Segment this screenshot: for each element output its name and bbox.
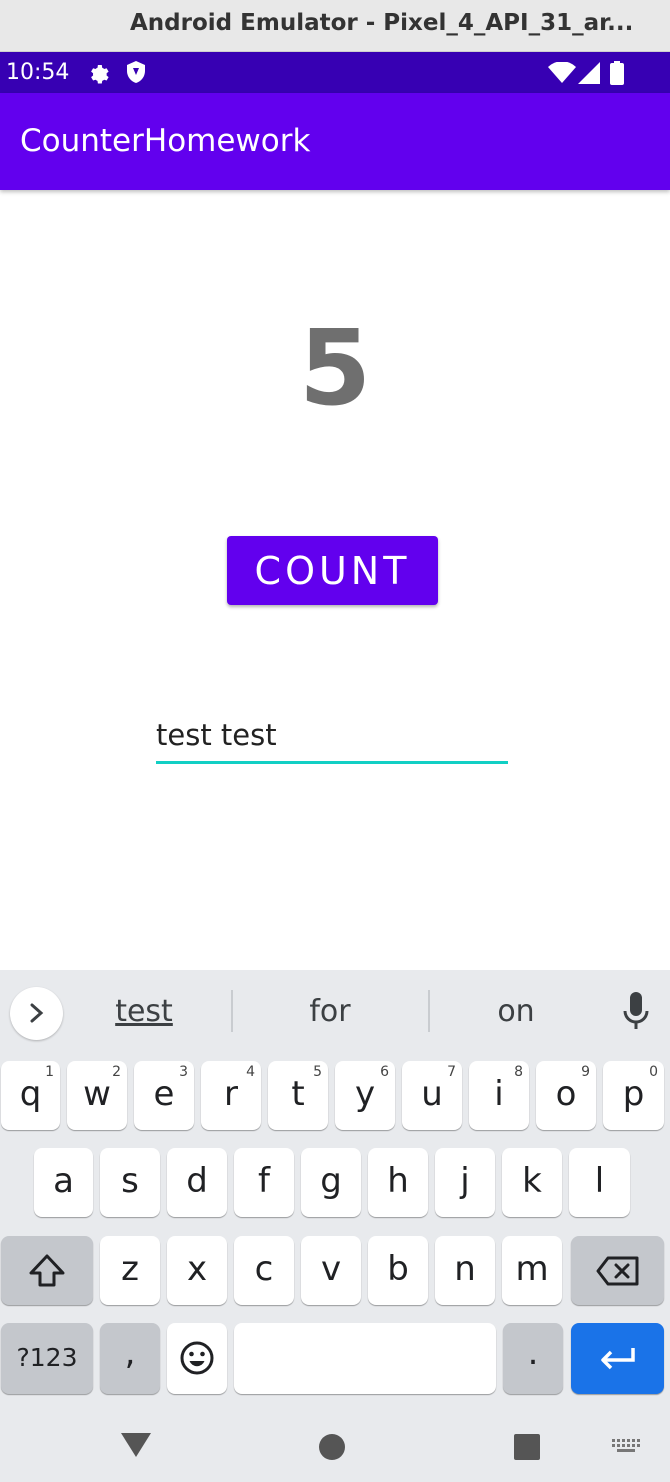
settings-icon <box>86 60 110 89</box>
key-v[interactable]: v <box>301 1236 361 1305</box>
space-key[interactable] <box>234 1323 496 1394</box>
shift-icon <box>29 1254 65 1287</box>
backspace-key[interactable] <box>571 1236 664 1305</box>
key-z[interactable]: z <box>100 1236 160 1305</box>
text-input[interactable]: test test <box>156 714 508 764</box>
suggestion-divider <box>428 990 430 1032</box>
key-label: s <box>121 1161 139 1201</box>
key-hint: 2 <box>112 1064 121 1080</box>
nav-back-icon[interactable] <box>121 1433 151 1462</box>
count-display: 5 <box>298 307 372 429</box>
key-hint: 0 <box>649 1064 658 1080</box>
key-hint: 8 <box>514 1064 523 1080</box>
key-label: f <box>258 1161 270 1201</box>
chevron-right-icon <box>30 1003 44 1023</box>
suggestion-1[interactable]: test <box>104 994 184 1029</box>
key-label: j <box>460 1161 470 1201</box>
key-hint: 3 <box>179 1064 188 1080</box>
key-p[interactable]: p0 <box>603 1061 664 1130</box>
key-label: m <box>515 1249 549 1289</box>
key-label: v <box>320 1249 342 1289</box>
suggestion-strip: test for on <box>0 970 670 1054</box>
count-button[interactable]: COUNT <box>227 536 438 605</box>
text-input-value: test test <box>156 718 277 752</box>
signal-icon <box>578 62 600 89</box>
key-d[interactable]: d <box>167 1148 227 1217</box>
key-label: a <box>53 1161 74 1201</box>
key-i[interactable]: i8 <box>469 1061 529 1130</box>
key-w[interactable]: w2 <box>67 1061 127 1130</box>
key-label: x <box>186 1249 208 1289</box>
key-m[interactable]: m <box>502 1236 562 1305</box>
key-c[interactable]: c <box>234 1236 294 1305</box>
key-label: d <box>186 1161 208 1201</box>
emulator-title-bar: Android Emulator - Pixel_4_API_31_ar... <box>0 0 670 52</box>
key-y[interactable]: y6 <box>335 1061 395 1130</box>
expand-toolbar-button[interactable] <box>10 987 63 1040</box>
enter-key[interactable] <box>571 1323 664 1394</box>
key-j[interactable]: j <box>435 1148 495 1217</box>
key-label: n <box>454 1249 476 1289</box>
shift-key[interactable] <box>1 1236 93 1305</box>
key-s[interactable]: s <box>100 1148 160 1217</box>
emoji-icon <box>180 1341 214 1375</box>
key-label: ?123 <box>16 1343 78 1372</box>
wifi-icon <box>548 61 576 89</box>
key-t[interactable]: t5 <box>268 1061 328 1130</box>
key-f[interactable]: f <box>234 1148 294 1217</box>
key-r[interactable]: r4 <box>201 1061 261 1130</box>
key-k[interactable]: k <box>502 1148 562 1217</box>
key-hint: 9 <box>581 1064 590 1080</box>
status-time: 10:54 <box>6 60 70 85</box>
key-hint: 7 <box>447 1064 456 1080</box>
app-title: CounterHomework <box>20 123 311 159</box>
key-label: b <box>387 1249 409 1289</box>
key-label: , <box>124 1333 136 1373</box>
key-hint: 4 <box>246 1064 255 1080</box>
emoji-key[interactable] <box>167 1323 227 1394</box>
key-label: l <box>594 1161 605 1201</box>
key-o[interactable]: o9 <box>536 1061 596 1130</box>
suggestion-2[interactable]: for <box>290 994 370 1029</box>
key-label: z <box>121 1249 139 1289</box>
key-hint: 5 <box>313 1064 322 1080</box>
mic-icon[interactable] <box>622 992 650 1037</box>
key-b[interactable]: b <box>368 1236 428 1305</box>
suggestion-3[interactable]: on <box>476 994 556 1029</box>
navigation-bar <box>0 1402 670 1482</box>
key-l[interactable]: l <box>569 1148 630 1217</box>
key-hint: 6 <box>380 1064 389 1080</box>
keyboard-switch-icon[interactable] <box>612 1439 640 1458</box>
nav-home-icon[interactable] <box>319 1434 345 1465</box>
battery-icon <box>609 61 625 90</box>
backspace-icon <box>596 1256 638 1286</box>
key-x[interactable]: x <box>167 1236 227 1305</box>
key-label: k <box>522 1161 542 1201</box>
key-u[interactable]: u7 <box>402 1061 462 1130</box>
status-bar: 10:54 <box>0 52 670 93</box>
key-e[interactable]: e3 <box>134 1061 194 1130</box>
key-n[interactable]: n <box>435 1236 495 1305</box>
key-a[interactable]: a <box>34 1148 93 1217</box>
key-label: g <box>320 1161 342 1201</box>
shield-icon <box>125 60 147 89</box>
key-g[interactable]: g <box>301 1148 361 1217</box>
comma-key[interactable]: , <box>100 1323 160 1394</box>
symbols-key[interactable]: ?123 <box>1 1323 93 1394</box>
key-label: . <box>527 1333 539 1373</box>
enter-icon <box>600 1348 635 1370</box>
nav-recents-icon[interactable] <box>514 1434 540 1465</box>
key-hint: 1 <box>45 1064 54 1080</box>
period-key[interactable]: . <box>503 1323 563 1394</box>
key-h[interactable]: h <box>368 1148 428 1217</box>
key-label: h <box>387 1161 409 1201</box>
suggestion-divider <box>231 990 233 1032</box>
key-q[interactable]: q1 <box>1 1061 60 1130</box>
app-bar: CounterHomework <box>0 93 670 190</box>
window-title: Android Emulator - Pixel_4_API_31_ar... <box>130 10 634 36</box>
key-label: c <box>254 1249 274 1289</box>
